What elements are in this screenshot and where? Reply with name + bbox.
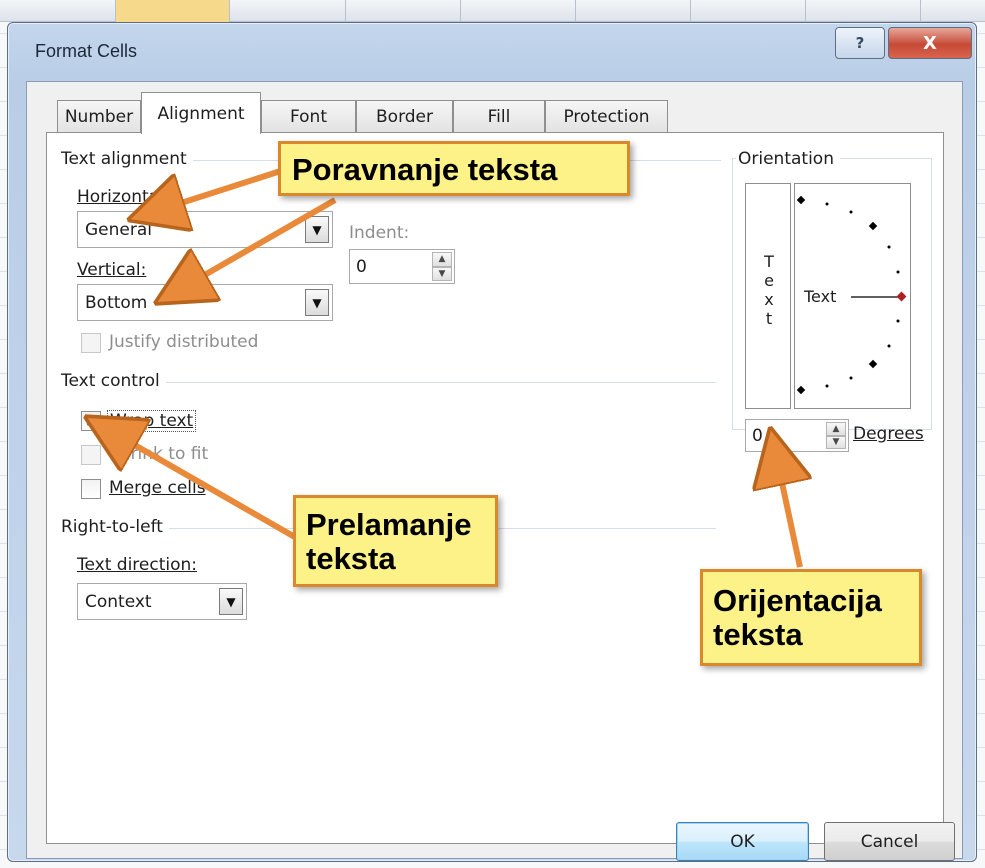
dial-text-label: Text [804,287,840,306]
tab-font[interactable]: Font [261,100,356,133]
shrink-to-fit-checkbox[interactable] [81,445,101,465]
justify-distributed-label: Justify distributed [109,332,259,352]
column-separator [805,0,806,22]
chevron-down-icon[interactable]: ▼ [305,216,329,243]
degrees-spinner[interactable]: 0 ▲ ▼ [745,419,849,452]
vertical-text-sample: T e x t [746,252,792,328]
horizontal-label: Horizontal: [77,187,170,207]
tab-number[interactable]: Number [57,100,141,133]
text-direction-label: Text direction: [77,555,198,575]
tab-border[interactable]: Border [356,100,453,133]
callout-wrap-text: Prelamanje teksta [293,495,498,587]
column-separator [690,0,691,22]
close-button[interactable]: X [888,27,972,59]
orientation-group-label: Orientation [736,149,840,169]
text-control-group-label: Text control [61,371,166,391]
cancel-button[interactable]: Cancel [824,822,955,861]
text-alignment-group-label: Text alignment [61,149,193,169]
dialog-title: Format Cells [35,41,138,61]
vertical-text-letter: e [764,271,774,290]
callout-wrap-line: teksta [306,541,396,576]
callout-wrap-line: Prelamanje [306,507,472,542]
vertical-label: Vertical: [77,260,147,280]
callout-orientation-line: teksta [713,617,803,652]
column-separator [920,0,921,22]
help-button[interactable]: ? [835,27,885,59]
chevron-down-icon[interactable]: ▼ [219,588,243,615]
merge-cells-label: Merge cells [109,478,206,498]
text-direction-select[interactable]: Context ▼ [77,583,247,620]
column-separator [460,0,461,22]
spinner-buttons[interactable]: ▲ ▼ [432,252,452,281]
indent-value: 0 [356,256,367,277]
vertical-select[interactable]: Bottom ▼ [77,284,333,321]
orientation-dial[interactable]: Text [794,183,911,409]
vertical-text-letter: T [764,252,774,271]
selected-column-header [115,0,230,22]
callout-orientation-line: Orijentacija [713,583,882,618]
callout-alignment: Poravnanje teksta [278,141,630,196]
spin-down-icon[interactable]: ▼ [432,266,452,281]
degrees-label: Degrees [853,424,924,444]
tab-fill[interactable]: Fill [453,100,545,133]
wrap-text-label: Wrap text [107,410,197,432]
tab-alignment[interactable]: Alignment [141,92,261,134]
spinner-buttons[interactable]: ▲ ▼ [826,422,846,449]
vertical-text-letter: x [764,290,774,309]
horizontal-select[interactable]: General ▼ [77,211,333,248]
vertical-text-toggle[interactable]: T e x t [745,183,791,409]
column-separator [575,0,576,22]
column-separator [345,0,346,22]
callout-orientation: Orijentacija teksta [700,569,922,666]
tab-protection[interactable]: Protection [545,100,668,133]
text-direction-value: Context [85,591,152,612]
column-header-strip [0,0,985,22]
vertical-value: Bottom [85,292,148,313]
ok-button[interactable]: OK [676,822,809,861]
degrees-value: 0 [752,425,763,446]
alignment-panel: Text alignment Horizontal: General ▼ Ind… [46,132,944,844]
horizontal-value: General [85,219,152,240]
spin-up-icon[interactable]: ▲ [826,422,846,436]
right-to-left-group-label: Right-to-left [61,517,169,537]
indent-label: Indent: [349,223,410,243]
vertical-text-letter: t [765,309,773,328]
dialog-client-area: Number Alignment Font Border Fill Protec… [26,81,963,861]
merge-cells-checkbox[interactable] [81,479,101,499]
spin-down-icon[interactable]: ▼ [826,435,846,449]
chevron-down-icon[interactable]: ▼ [305,289,329,316]
wrap-text-checkbox[interactable]: ✓ [81,411,101,431]
shrink-to-fit-label: Shrink to fit [109,444,209,464]
spin-up-icon[interactable]: ▲ [432,252,452,267]
justify-distributed-checkbox[interactable] [81,333,101,353]
indent-spinner[interactable]: 0 ▲ ▼ [349,249,455,284]
